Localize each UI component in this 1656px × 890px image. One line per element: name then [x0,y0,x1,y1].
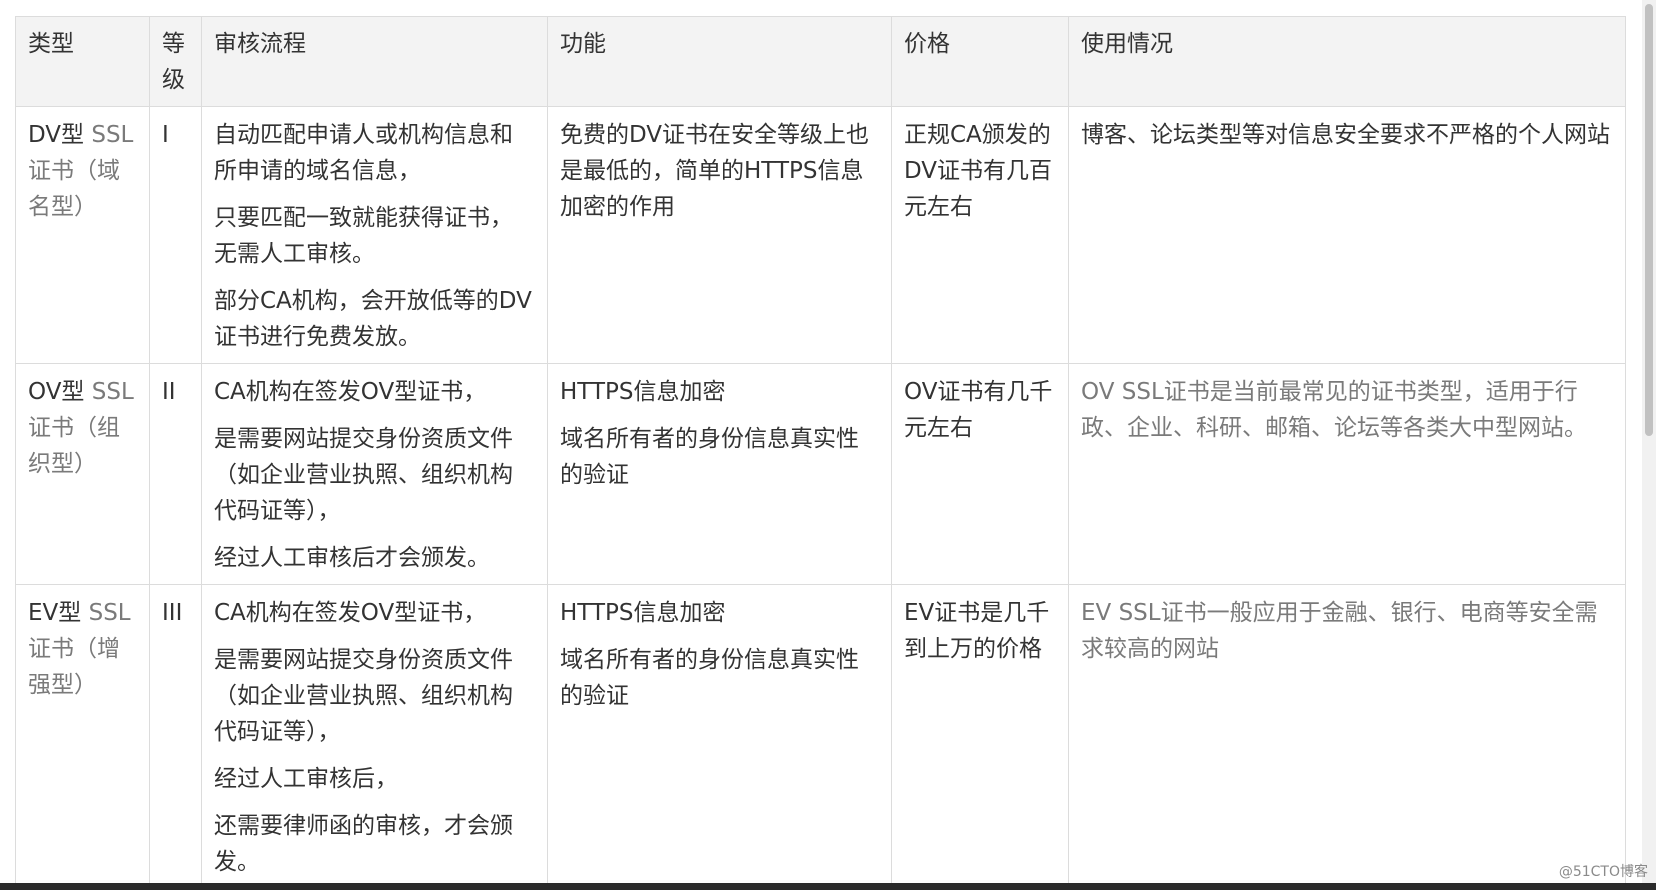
process-paragraph: 部分CA机构，会开放低等的DV证书进行免费发放。 [214,288,532,350]
table-header: 类型 等级 审核流程 功能 价格 使用情况 [15,16,1626,107]
function-paragraph: HTTPS信息加密 [560,379,726,405]
usage-rest: OV SSL证书是当前最常见的证书类型，适用于行政、企业、科研、邮箱、论坛等各类… [1081,379,1587,441]
cell-level: II [149,363,202,585]
bottom-edge-bar [0,883,1656,890]
vertical-scrollbar[interactable] [1642,0,1656,890]
header-process: 审核流程 [201,16,548,107]
process-paragraph: 是需要网站提交身份资质文件（如企业营业执照、组织机构代码证等）， [214,426,513,524]
process-paragraph: 自动匹配申请人或机构信息和所申请的域名信息， [214,122,513,184]
type-main: OV型 [28,379,85,405]
watermark-text: @51CTO博客 [1558,864,1648,880]
table-row-ev: EV型 SSL证书（增强型） III CA机构在签发OV型证书， 是需要网站提交… [15,584,1626,889]
cell-type: OV型 SSL证书（组织型） [15,363,150,585]
header-type: 类型 [15,16,150,107]
usage-rest: EV SSL证书一般应用于金融、银行、电商等安全需求较高的网站 [1081,600,1598,662]
cell-function: 免费的DV证书在安全等级上也是最低的，简单的HTTPS信息加密的作用 [547,106,892,364]
cell-usage: OV SSL证书是当前最常见的证书类型，适用于行政、企业、科研、邮箱、论坛等各类… [1068,363,1626,585]
process-paragraph: 还需要律师函的审核，才会颁发。 [214,813,513,875]
function-paragraph: 域名所有者的身份信息真实性的验证 [560,647,859,709]
table-row-ov: OV型 SSL证书（组织型） II CA机构在签发OV型证书， 是需要网站提交身… [15,363,1626,585]
function-paragraph: HTTPS信息加密 [560,600,726,626]
table-row-dv: DV型 SSL证书（域名型） I 自动匹配申请人或机构信息和所申请的域名信息， … [15,106,1626,364]
cell-level: I [149,106,202,364]
cell-function: HTTPS信息加密 域名所有者的身份信息真实性的验证 [547,363,892,585]
process-paragraph: CA机构在签发OV型证书， [214,379,487,405]
header-price: 价格 [891,16,1069,107]
header-usage: 使用情况 [1068,16,1626,107]
cell-function: HTTPS信息加密 域名所有者的身份信息真实性的验证 [547,584,892,889]
usage-main: 博客、论坛类型等对信息安全要求不严格的个人网站 [1081,122,1610,148]
function-paragraph: 免费的DV证书在安全等级上也是最低的，简单的HTTPS信息加密的作用 [560,122,870,220]
cell-price: EV证书是几千到上万的价格 [891,584,1069,889]
ssl-comparison-table: 类型 等级 审核流程 功能 价格 使用情况 DV型 SSL证书（域名型） I 自… [15,16,1626,889]
cell-process: CA机构在签发OV型证书， 是需要网站提交身份资质文件（如企业营业执照、组织机构… [201,584,548,889]
cell-price: OV证书有几千元左右 [891,363,1069,585]
process-paragraph: 经过人工审核后， [214,766,398,792]
process-paragraph: 经过人工审核后才会颁发。 [214,545,490,571]
type-main: DV型 [28,122,85,148]
cell-type: DV型 SSL证书（域名型） [15,106,150,364]
cell-process: 自动匹配申请人或机构信息和所申请的域名信息， 只要匹配一致就能获得证书，无需人工… [201,106,548,364]
header-function: 功能 [547,16,892,107]
cell-usage: EV SSL证书一般应用于金融、银行、电商等安全需求较高的网站 [1068,584,1626,889]
process-paragraph: 是需要网站提交身份资质文件（如企业营业执照、组织机构代码证等）， [214,647,513,745]
header-row: 类型 等级 审核流程 功能 价格 使用情况 [15,16,1626,107]
table-body: DV型 SSL证书（域名型） I 自动匹配申请人或机构信息和所申请的域名信息， … [15,106,1626,889]
cell-level: III [149,584,202,889]
scrollbar-thumb[interactable] [1645,4,1653,436]
cell-process: CA机构在签发OV型证书， 是需要网站提交身份资质文件（如企业营业执照、组织机构… [201,363,548,585]
process-paragraph: CA机构在签发OV型证书， [214,600,487,626]
process-paragraph: 只要匹配一致就能获得证书，无需人工审核。 [214,205,513,267]
header-level: 等级 [149,16,202,107]
ssl-comparison-table-wrapper: 类型 等级 审核流程 功能 价格 使用情况 DV型 SSL证书（域名型） I 自… [15,16,1626,889]
cell-type: EV型 SSL证书（增强型） [15,584,150,889]
cell-price: 正规CA颁发的DV证书有几百元左右 [891,106,1069,364]
function-paragraph: 域名所有者的身份信息真实性的验证 [560,426,859,488]
cell-usage: 博客、论坛类型等对信息安全要求不严格的个人网站 [1068,106,1626,364]
type-main: EV型 [28,600,82,626]
